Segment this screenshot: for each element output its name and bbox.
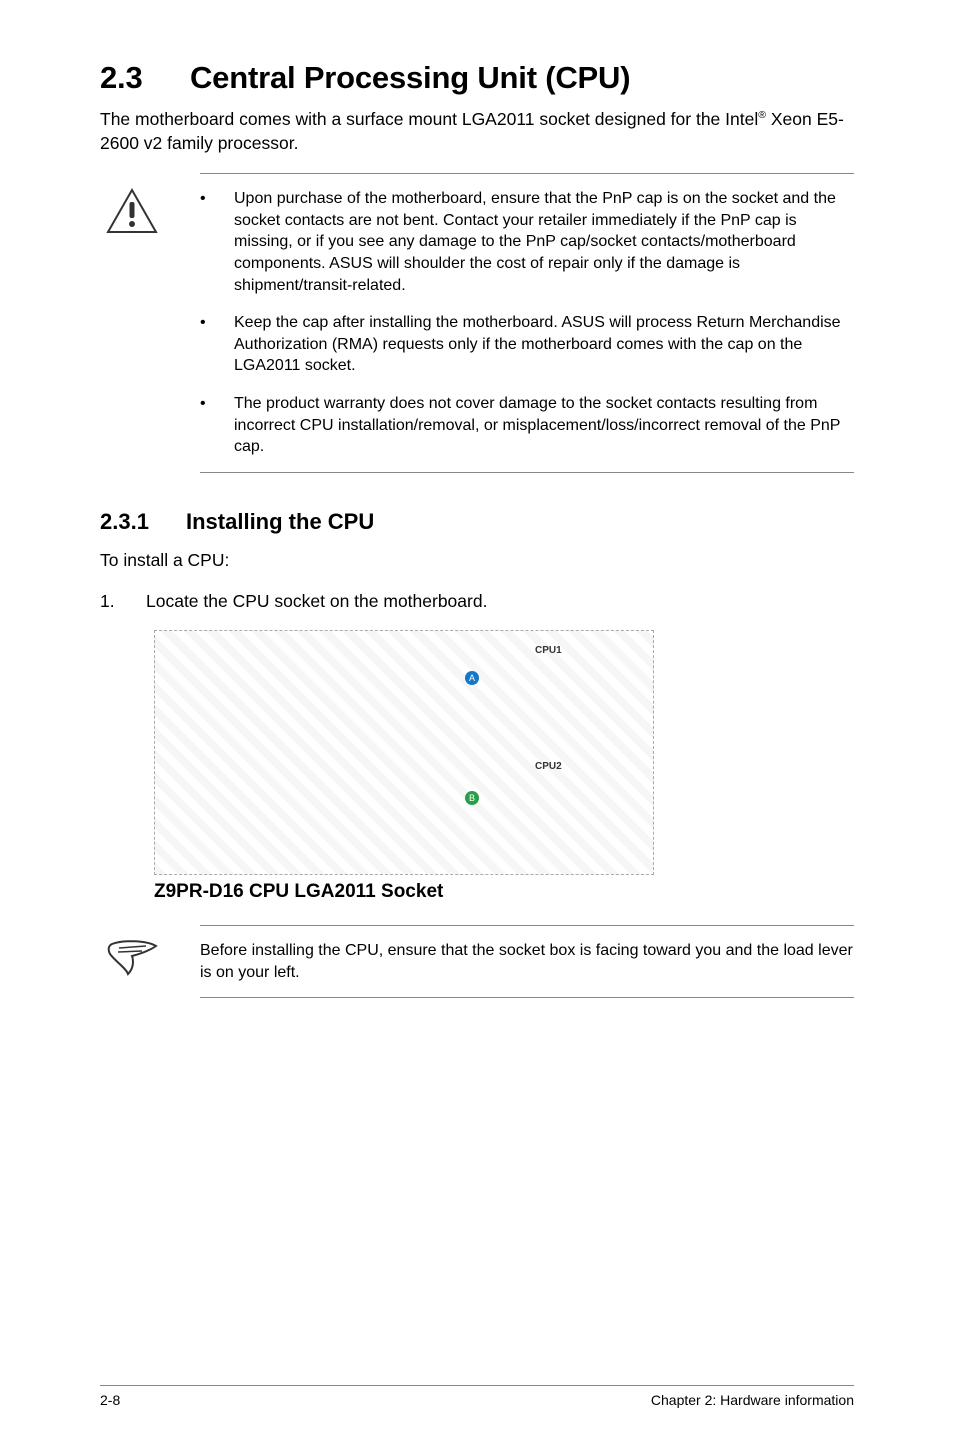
caution-callout: • Upon purchase of the motherboard, ensu… (100, 174, 854, 472)
note-callout: Before installing the CPU, ensure that t… (100, 926, 854, 997)
preline: To install a CPU: (100, 549, 854, 573)
intro-paragraph: The motherboard comes with a surface mou… (100, 108, 854, 155)
bullet-item: • Upon purchase of the motherboard, ensu… (200, 188, 854, 296)
chapter-label: Chapter 2: Hardware information (651, 1392, 854, 1408)
bullet-item: • Keep the cap after installing the moth… (200, 312, 854, 377)
bullet-text: Keep the cap after installing the mother… (234, 312, 854, 377)
note-icon-cell (100, 940, 200, 978)
cpu1-label: CPU1 (535, 645, 562, 656)
subsection-title: Installing the CPU (186, 509, 374, 534)
bullet-dot: • (200, 188, 234, 210)
subsection-number: 2.3.1 (100, 509, 186, 535)
registered-mark: ® (758, 109, 766, 121)
note-icon (106, 940, 160, 978)
cpu2-label: CPU2 (535, 761, 562, 772)
rule-bottom (200, 472, 854, 473)
diagram-caption: Z9PR-D16 CPU LGA2011 Socket (154, 881, 854, 903)
bullet-dot: • (200, 393, 234, 415)
bullet-item: • The product warranty does not cover da… (200, 393, 854, 458)
subsection-heading: 2.3.1Installing the CPU (100, 509, 854, 535)
page-number: 2-8 (100, 1392, 120, 1408)
section-number: 2.3 (100, 60, 190, 96)
bullet-text: Upon purchase of the motherboard, ensure… (234, 188, 854, 296)
step-text: Locate the CPU socket on the motherboard… (146, 590, 854, 614)
rule-note-bottom (200, 997, 854, 998)
section-title: Central Processing Unit (CPU) (190, 60, 630, 95)
bullet-text: The product warranty does not cover dama… (234, 393, 854, 458)
caution-icon (106, 188, 158, 234)
caution-icon-cell (100, 188, 200, 234)
bullet-dot: • (200, 312, 234, 334)
section-heading: 2.3Central Processing Unit (CPU) (100, 60, 854, 96)
marker-b-icon: B (465, 791, 479, 805)
page-footer: 2-8 Chapter 2: Hardware information (100, 1385, 854, 1408)
motherboard-diagram: A B CPU1 CPU2 (154, 630, 654, 875)
note-content: Before installing the CPU, ensure that t… (200, 940, 854, 983)
intro-part1: The motherboard comes with a surface mou… (100, 109, 758, 129)
caution-content: • Upon purchase of the motherboard, ensu… (200, 188, 854, 458)
step-number: 1. (100, 590, 146, 614)
step-1: 1. Locate the CPU socket on the motherbo… (100, 590, 854, 614)
marker-a-icon: A (465, 671, 479, 685)
diagram-block: A B CPU1 CPU2 Z9PR-D16 CPU LGA2011 Socke… (154, 630, 854, 903)
